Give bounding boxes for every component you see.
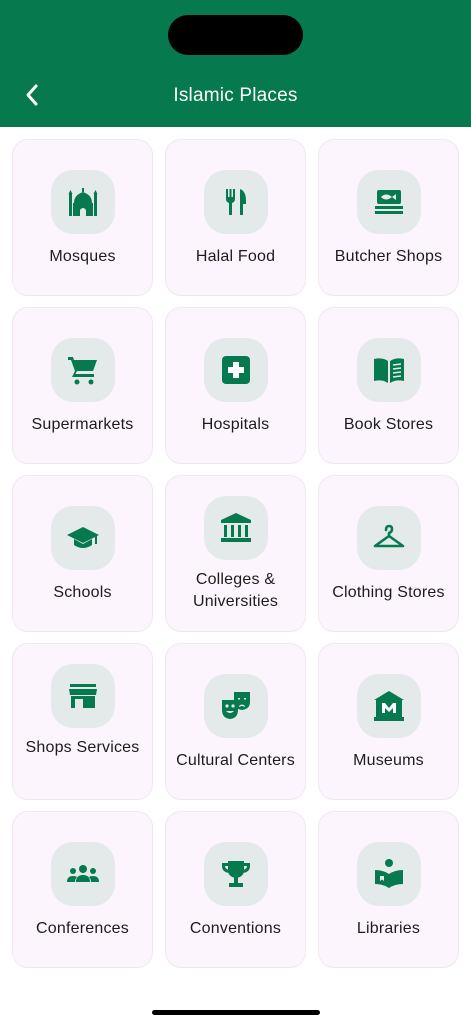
mosque-icon	[51, 170, 115, 234]
category-grid: Mosques Halal Food Butcher Shops Superma…	[12, 139, 459, 968]
institution-icon	[204, 496, 268, 560]
medical-cross-icon	[204, 338, 268, 402]
category-label: Halal Food	[195, 248, 276, 265]
trophy-icon	[204, 842, 268, 906]
category-card-conventions[interactable]: Conventions	[165, 811, 306, 968]
category-label: Cultural Centers	[176, 752, 295, 769]
shopping-cart-icon	[51, 338, 115, 402]
page-title: Islamic Places	[173, 85, 298, 106]
category-card-conferences[interactable]: Conferences	[12, 811, 153, 968]
category-label: Libraries	[356, 920, 421, 937]
category-label: Colleges & Universities	[192, 571, 279, 610]
category-label: Book Stores	[343, 416, 434, 433]
category-card-halal-food[interactable]: Halal Food	[165, 139, 306, 296]
category-label: Shops Services	[25, 739, 140, 756]
category-label: Clothing Stores	[332, 584, 445, 601]
app-header: Islamic Places	[0, 0, 471, 127]
category-card-butcher-shops[interactable]: Butcher Shops	[318, 139, 459, 296]
hanger-icon	[357, 506, 421, 570]
category-card-libraries[interactable]: Libraries	[318, 811, 459, 968]
home-indicator	[152, 1010, 320, 1015]
graduation-cap-icon	[51, 506, 115, 570]
category-label: Supermarkets	[31, 416, 134, 433]
dynamic-island	[168, 15, 303, 55]
category-card-hospitals[interactable]: Hospitals	[165, 307, 306, 464]
group-icon	[51, 842, 115, 906]
fork-knife-icon	[204, 170, 268, 234]
open-book-icon	[357, 338, 421, 402]
category-card-supermarkets[interactable]: Supermarkets	[12, 307, 153, 464]
museum-icon	[357, 674, 421, 738]
category-label: Conferences	[36, 920, 129, 937]
category-card-cultural-centers[interactable]: Cultural Centers	[165, 643, 306, 800]
category-label: Mosques	[49, 248, 116, 265]
category-label: Museums	[353, 752, 424, 769]
category-card-book-stores[interactable]: Book Stores	[318, 307, 459, 464]
category-card-colleges-universities[interactable]: Colleges & Universities	[165, 475, 306, 632]
category-label: Schools	[53, 584, 112, 601]
category-card-mosques[interactable]: Mosques	[12, 139, 153, 296]
category-label: Hospitals	[201, 416, 270, 433]
reading-book-icon	[357, 842, 421, 906]
theater-masks-icon	[204, 674, 268, 738]
category-label: Conventions	[189, 920, 282, 937]
fish-shop-icon	[357, 170, 421, 234]
category-card-museums[interactable]: Museums	[318, 643, 459, 800]
category-card-schools[interactable]: Schools	[12, 475, 153, 632]
category-card-shops-services[interactable]: Shops Services	[12, 643, 153, 800]
category-label: Butcher Shops	[334, 248, 443, 265]
category-card-clothing-stores[interactable]: Clothing Stores	[318, 475, 459, 632]
storefront-icon	[51, 664, 115, 728]
